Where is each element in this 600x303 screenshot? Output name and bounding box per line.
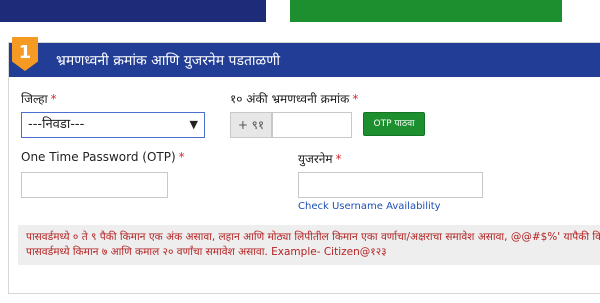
- otp-input[interactable]: [21, 172, 168, 198]
- required-mark: *: [178, 150, 185, 164]
- password-rules-note: पासवर्डमध्ये ० ते ९ पैकी किमान एक अंक अस…: [18, 225, 600, 265]
- mobile-number-input[interactable]: [272, 112, 352, 138]
- required-mark: *: [50, 92, 57, 106]
- send-otp-button[interactable]: OTP पाठवा: [363, 112, 425, 136]
- check-username-availability-link[interactable]: Check Username Availability: [298, 201, 441, 212]
- top-nav-bar-blue: [0, 0, 266, 22]
- password-rule-line-1: पासवर्डमध्ये ० ते ९ पैकी किमान एक अंक अस…: [26, 231, 600, 243]
- required-mark: *: [352, 92, 359, 106]
- district-label: जिल्हा *: [21, 90, 57, 107]
- mobile-label-text: १० अंकी भ्रमणध्वनी क्रमांक: [230, 92, 350, 106]
- required-mark: *: [335, 152, 342, 166]
- step-badge: 1: [12, 37, 38, 71]
- otp-label-text: One Time Password (OTP): [21, 150, 176, 164]
- top-nav-bar-green: [290, 0, 562, 22]
- panel-header: 1 भ्रमणध्वनी क्रमांक आणि युजरनेम पडताळणी: [9, 37, 600, 77]
- country-code-prefix: + ९१: [230, 112, 272, 138]
- district-select[interactable]: ---निवडा--- ▼: [21, 112, 205, 138]
- username-label-text: युजरनेम: [298, 152, 333, 166]
- panel-title: भ्रमणध्वनी क्रमांक आणि युजरनेम पडताळणी: [56, 53, 280, 69]
- chevron-down-icon: ▼: [189, 118, 198, 131]
- district-selected-value: ---निवडा---: [28, 117, 85, 132]
- password-rule-line-2: पासवर्डमध्ये किमान ७ आणि कमाल २० वर्णांच…: [26, 246, 387, 258]
- username-label: युजरनेम *: [298, 150, 342, 167]
- district-label-text: जिल्हा: [21, 92, 48, 106]
- mobile-label: १० अंकी भ्रमणध्वनी क्रमांक *: [230, 90, 358, 107]
- otp-label: One Time Password (OTP) *: [21, 150, 185, 164]
- username-input[interactable]: [298, 172, 483, 198]
